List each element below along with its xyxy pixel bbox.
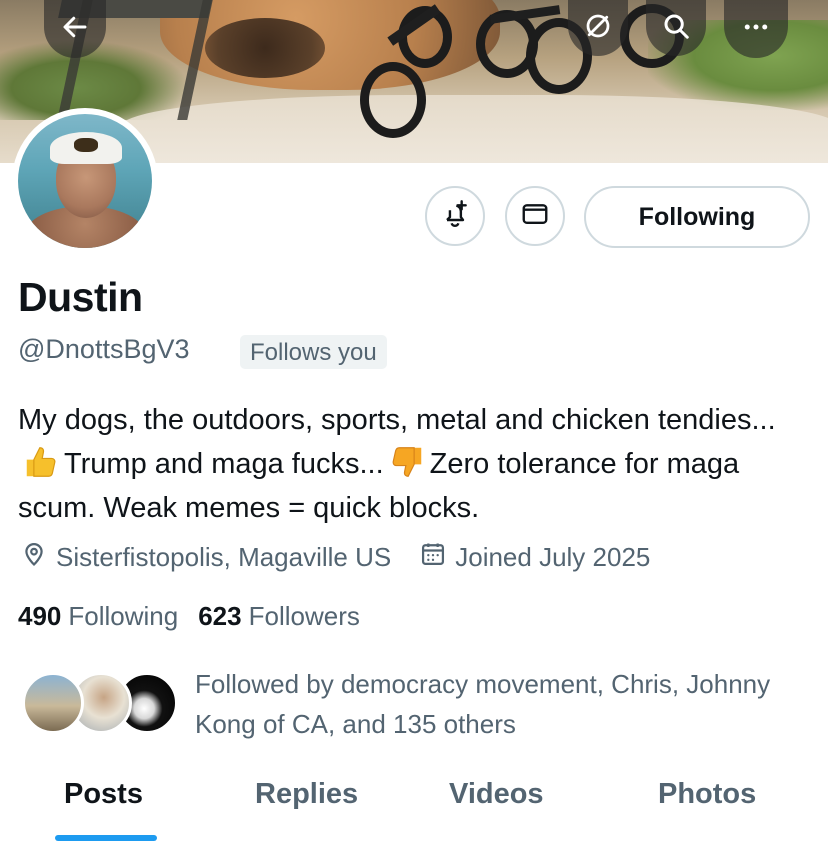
banner-cave <box>205 18 325 78</box>
sync-icon <box>583 11 613 46</box>
profile-bio: My dogs, the outdoors, sports, metal and… <box>18 398 818 530</box>
thumbs-up-icon <box>22 443 60 481</box>
follower-avatar[interactable] <box>22 672 84 734</box>
notifications-button[interactable] <box>425 186 485 246</box>
location-pin-icon <box>20 540 56 575</box>
tab-posts[interactable]: Posts <box>64 778 143 811</box>
tab-replies[interactable]: Replies <box>255 778 358 811</box>
following-count: 490 <box>18 601 62 631</box>
following-stat[interactable]: 490 Following <box>18 601 178 632</box>
profile-handle: @DnottsBgV3 <box>18 334 190 364</box>
more-horizontal-icon <box>740 12 772 47</box>
avatar-image <box>18 114 152 248</box>
profile-meta: Sisterfistopolis, Magaville US Joined Ju… <box>20 540 678 575</box>
banner-path <box>120 95 828 163</box>
location-text: Sisterfistopolis, Magaville US <box>56 542 392 572</box>
followers-label: Followers <box>248 601 360 631</box>
bike-wheel <box>360 62 426 138</box>
bio-text: My dogs, the outdoors, sports, metal and… <box>18 404 776 436</box>
profile-stats: 490 Following 623 Followers <box>18 601 380 632</box>
bio-text: Trump and maga fucks... <box>64 448 384 480</box>
follows-you-badge: Follows you <box>240 335 387 369</box>
thumbs-down-icon <box>388 443 426 481</box>
message-button[interactable] <box>505 186 565 246</box>
tab-videos[interactable]: Videos <box>449 778 544 811</box>
joined-text: Joined July 2025 <box>455 542 651 572</box>
followers-count: 623 <box>198 601 242 631</box>
active-tab-indicator <box>55 835 157 841</box>
profile-name: Dustin <box>18 274 143 320</box>
following-label: Following <box>68 601 179 631</box>
calendar-icon <box>419 540 455 575</box>
bell-plus-icon <box>439 198 471 235</box>
avatar[interactable] <box>12 108 158 254</box>
tab-photos[interactable]: Photos <box>658 778 756 811</box>
arrow-left-icon <box>60 12 90 47</box>
mail-icon <box>520 199 550 234</box>
joined-date: Joined July 2025 <box>419 540 650 575</box>
profile-tabs: Posts Replies Videos Photos <box>0 770 828 842</box>
location: Sisterfistopolis, Magaville US <box>20 540 391 575</box>
following-button[interactable]: Following <box>584 186 810 248</box>
search-icon <box>661 11 691 46</box>
followed-by-text[interactable]: Followed by democracy movement, Chris, J… <box>195 664 795 744</box>
followers-stat[interactable]: 623 Followers <box>198 601 360 632</box>
